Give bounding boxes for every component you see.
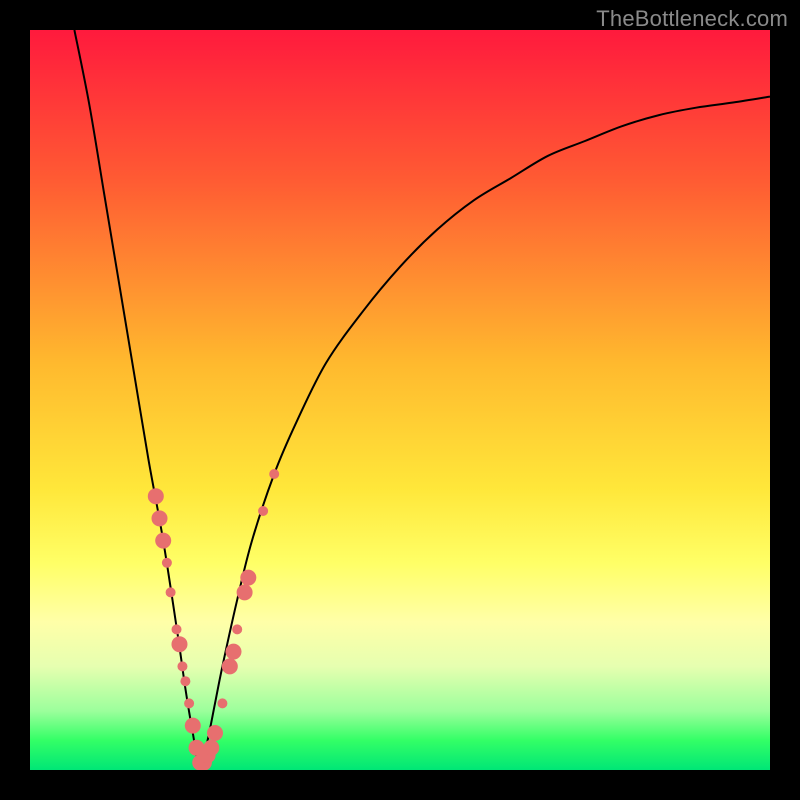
sample-marker xyxy=(226,644,242,660)
sample-marker xyxy=(148,488,164,504)
sample-marker xyxy=(171,636,187,652)
sample-marker xyxy=(203,740,219,756)
chart-svg xyxy=(30,30,770,770)
chart-background xyxy=(30,30,770,770)
watermark-text: TheBottleneck.com xyxy=(596,6,788,32)
sample-marker xyxy=(155,533,171,549)
sample-marker xyxy=(217,698,227,708)
sample-marker xyxy=(237,584,253,600)
sample-marker xyxy=(185,718,201,734)
sample-marker xyxy=(184,698,194,708)
chart-frame: TheBottleneck.com xyxy=(0,0,800,800)
sample-marker xyxy=(172,624,182,634)
sample-marker xyxy=(240,570,256,586)
sample-marker xyxy=(166,587,176,597)
sample-marker xyxy=(207,725,223,741)
sample-marker xyxy=(232,624,242,634)
sample-marker xyxy=(152,510,168,526)
sample-marker xyxy=(180,676,190,686)
sample-marker xyxy=(222,658,238,674)
sample-marker xyxy=(258,506,268,516)
sample-marker xyxy=(269,469,279,479)
sample-marker xyxy=(177,661,187,671)
plot-area xyxy=(30,30,770,770)
sample-marker xyxy=(162,558,172,568)
